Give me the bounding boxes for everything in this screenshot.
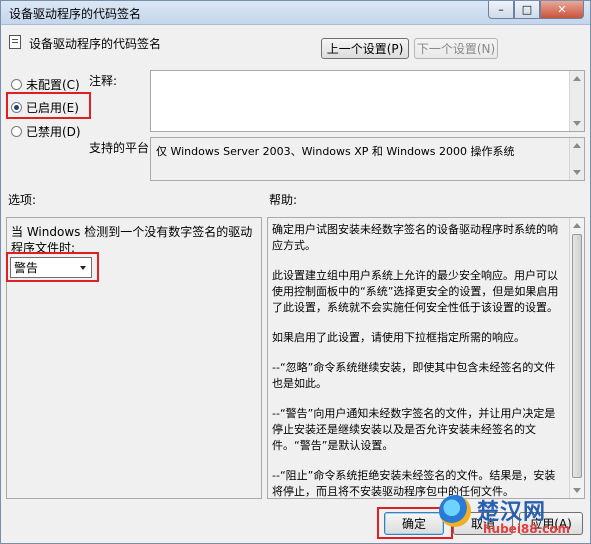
highlight-dropdown	[6, 252, 99, 282]
scroll-up-icon[interactable]	[573, 143, 581, 148]
window-title: 设备驱动程序的代码签名	[9, 7, 142, 21]
scroll-down-icon[interactable]	[573, 121, 581, 126]
policy-icon	[9, 35, 21, 49]
comment-label: 注释:	[89, 74, 118, 88]
platform-scrollbar[interactable]	[569, 138, 584, 180]
help-paragraph: --“忽略”命令系统继续安装，即使其中包含未经签名的文件也是如此。	[272, 361, 556, 390]
help-scrollbar[interactable]	[569, 218, 584, 498]
maximize-button[interactable]: □	[514, 1, 540, 19]
options-label: 选项:	[8, 193, 37, 207]
title-bar[interactable]: 设备驱动程序的代码签名 – □ ✕	[1, 1, 590, 25]
help-scroll-thumb[interactable]	[572, 234, 582, 478]
help-paragraph: --“警告”向用户通知未经数字签名的文件，并让用户决定是停止安装还是继续安装以及…	[272, 407, 556, 452]
help-paragraph: 确定用户试图安装未经数字签名的设备驱动程序时系统的响应方式。	[272, 223, 558, 252]
dialog-window: 设备驱动程序的代码签名 – □ ✕ 设备驱动程序的代码签名 上一个设置(P) 下…	[0, 0, 591, 544]
close-button[interactable]: ✕	[540, 1, 584, 19]
platform-label: 支持的平台:	[89, 141, 154, 155]
comment-scrollbar[interactable]	[569, 71, 584, 131]
scroll-down-icon[interactable]	[573, 170, 581, 175]
platform-box: 仅 Windows Server 2003、Windows XP 和 Windo…	[150, 137, 585, 181]
radio-not-configured-label: 未配置(C)	[26, 78, 80, 92]
comment-textarea[interactable]	[150, 70, 585, 132]
help-paragraph: 此设置建立组中用户系统上允许的最少安全响应。用户可以使用控制面板中的“系统”选择…	[272, 269, 559, 314]
highlight-enabled	[6, 92, 91, 119]
scroll-up-icon[interactable]	[573, 76, 581, 81]
minimize-button[interactable]: –	[488, 1, 514, 19]
help-paragraph: 如果启用了此设置，请使用下拉框指定所需的响应。	[272, 331, 525, 344]
platform-text: 仅 Windows Server 2003、Windows XP 和 Windo…	[156, 145, 515, 158]
radio-disabled-label: 已禁用(D)	[26, 125, 81, 139]
watermark-url: hubei88.com	[483, 522, 571, 536]
radio-not-configured[interactable]: 未配置(C)	[11, 76, 80, 93]
next-setting-button[interactable]: 下一个设置(N)	[414, 38, 498, 59]
prev-setting-button[interactable]: 上一个设置(P)	[321, 38, 409, 59]
help-text: 确定用户试图安装未经数字签名的设备驱动程序时系统的响应方式。 此设置建立组中用户…	[272, 222, 564, 514]
help-panel: 确定用户试图安装未经数字签名的设备驱动程序时系统的响应方式。 此设置建立组中用户…	[267, 217, 585, 499]
radio-disabled-circle[interactable]	[11, 126, 22, 137]
radio-disabled[interactable]: 已禁用(D)	[11, 123, 81, 140]
radio-not-configured-circle[interactable]	[11, 79, 22, 90]
watermark-logo-icon	[439, 495, 471, 527]
policy-title: 设备驱动程序的代码签名	[29, 37, 162, 51]
scroll-down-icon[interactable]	[573, 488, 581, 493]
help-label: 帮助:	[269, 193, 298, 207]
window-controls: – □ ✕	[488, 1, 584, 19]
scroll-up-icon[interactable]	[573, 223, 581, 228]
